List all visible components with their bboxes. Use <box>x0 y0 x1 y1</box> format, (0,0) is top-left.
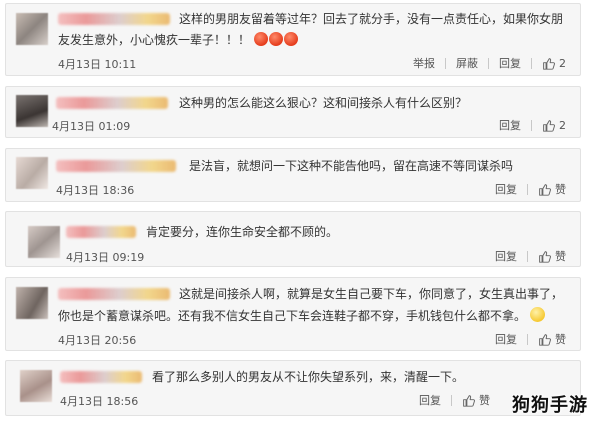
comment-actions: 回复 赞 <box>495 181 566 197</box>
comment-text: 这种男的怎么能这么狠心？这和间接杀人有什么区别？ <box>179 96 468 110</box>
like-button[interactable]: 2 <box>542 57 566 70</box>
avatar[interactable] <box>16 157 48 189</box>
angry-face-emoji <box>253 32 268 46</box>
thumbs-up-icon <box>538 183 551 196</box>
divider <box>527 333 528 345</box>
divider <box>451 394 452 406</box>
like-count: 2 <box>559 56 566 70</box>
avatar[interactable] <box>20 370 52 402</box>
comment-text: 肯定要分，连你生命安全都不顾的。 <box>146 225 339 239</box>
comment-text-line-1: 这就是间接杀人啊，就算是女生自己要下车，你同意了，女生真出事了， <box>179 287 564 301</box>
comment-actions: 回复 赞 <box>419 392 490 408</box>
comment-card-3: 是法盲，就想问一下这种不能告他吗，留在高速不等同谋杀吗 4月13日 18:36 … <box>5 148 581 202</box>
comment-actions: 回复 2 <box>499 117 566 133</box>
divider <box>488 57 489 69</box>
comment-card-1: 这样的男朋友留着等过年？回去了就分手，没有一点责任心，如果你女朋 友发生意外，小… <box>5 3 581 76</box>
username-redacted[interactable] <box>58 13 170 25</box>
username-redacted[interactable] <box>56 97 168 109</box>
like-count: 2 <box>559 118 566 132</box>
thumbs-up-icon <box>542 119 555 132</box>
like-label: 赞 <box>555 183 566 196</box>
reply-button[interactable]: 回复 <box>495 331 517 347</box>
like-label: 赞 <box>555 250 566 263</box>
comment-timestamp: 4月13日 01:09 <box>52 120 131 133</box>
comment-text-line-2: 你也是个蓄意谋杀吧。还有我不信女生自己下车会连鞋子都不穿，手机钱包什么都不拿。 <box>58 307 546 326</box>
username-redacted[interactable] <box>66 226 136 238</box>
comment-timestamp: 4月13日 10:11 <box>58 58 137 71</box>
comment-card-6: 看了那么多别人的男友从不让你失望系列，来，清醒一下。 4月13日 18:56 回… <box>5 360 581 416</box>
thumbs-up-icon <box>462 394 475 407</box>
like-button[interactable]: 赞 <box>538 181 566 197</box>
comment-timestamp: 4月13日 18:36 <box>56 184 135 197</box>
comment-actions: 回复 赞 <box>495 248 566 264</box>
comment-timestamp: 4月13日 09:19 <box>66 251 145 264</box>
comment-card-4: 肯定要分，连你生命安全都不顾的。 4月13日 09:19 回复 赞 <box>5 211 581 267</box>
reply-button[interactable]: 回复 <box>499 55 521 71</box>
comment-card-2: 这种男的怎么能这么狠心？这和间接杀人有什么区别？ 4月13日 01:09 回复 … <box>5 86 581 138</box>
angry-face-emoji <box>268 32 283 46</box>
comment-actions: 举报 屏蔽 回复 2 <box>413 55 566 71</box>
divider <box>527 250 528 262</box>
comment-actions: 回复 赞 <box>495 331 566 347</box>
comment-card-5: 这就是间接杀人啊，就算是女生自己要下车，你同意了，女生真出事了， 你也是个蓄意谋… <box>5 277 581 351</box>
avatar[interactable] <box>28 226 60 258</box>
divider <box>531 57 532 69</box>
like-button[interactable]: 赞 <box>462 392 490 408</box>
comment-timestamp: 4月13日 20:56 <box>58 334 137 347</box>
thumbs-up-icon <box>538 333 551 346</box>
thumbs-up-icon <box>542 57 555 70</box>
reply-button[interactable]: 回复 <box>495 248 517 264</box>
username-redacted[interactable] <box>60 371 142 383</box>
reply-button[interactable]: 回复 <box>499 117 521 133</box>
avatar[interactable] <box>16 13 48 45</box>
like-label: 赞 <box>479 394 490 407</box>
thumbs-up-icon <box>538 250 551 263</box>
smiling-face-emoji <box>529 307 545 322</box>
comment-text: 是法盲，就想问一下这种不能告他吗，留在高速不等同谋杀吗 <box>189 159 514 173</box>
username-redacted[interactable] <box>58 288 170 300</box>
divider <box>531 119 532 131</box>
username-redacted[interactable] <box>56 160 176 172</box>
comment-text-line-1: 这样的男朋友留着等过年？回去了就分手，没有一点责任心，如果你女朋 <box>179 12 564 26</box>
reply-button[interactable]: 回复 <box>419 392 441 408</box>
comment-timestamp: 4月13日 18:56 <box>60 395 139 408</box>
comment-text-line-2: 友发生意外，小心愧疚一辈子！！！ <box>58 31 299 50</box>
watermark: 狗狗手游 <box>512 395 588 416</box>
like-label: 赞 <box>555 333 566 346</box>
avatar[interactable] <box>16 287 48 319</box>
report-button[interactable]: 举报 <box>413 55 435 71</box>
avatar[interactable] <box>16 95 48 127</box>
angry-face-emoji <box>283 32 298 46</box>
block-button[interactable]: 屏蔽 <box>456 55 478 71</box>
like-button[interactable]: 2 <box>542 119 566 132</box>
comment-text: 看了那么多别人的男友从不让你失望系列，来，清醒一下。 <box>152 370 465 384</box>
reply-button[interactable]: 回复 <box>495 181 517 197</box>
divider <box>527 183 528 195</box>
like-button[interactable]: 赞 <box>538 248 566 264</box>
like-button[interactable]: 赞 <box>538 331 566 347</box>
divider <box>445 57 446 69</box>
